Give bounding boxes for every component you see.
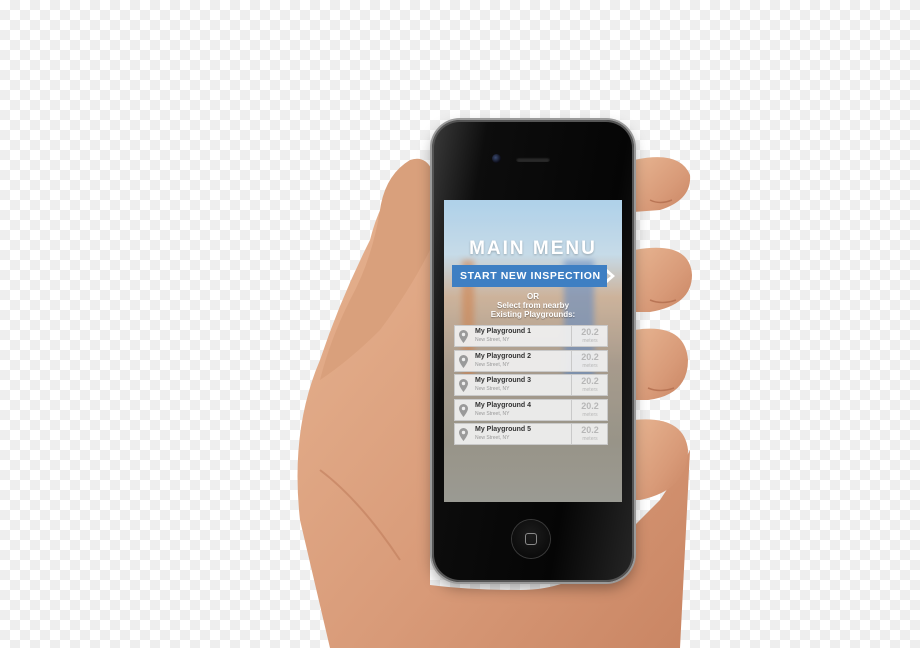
divider (571, 424, 572, 444)
playground-list-item[interactable]: My Playground 4 New Street, NY 20.2 mete… (454, 398, 608, 421)
main-menu-title: MAIN MENU (469, 238, 597, 259)
map-pin-icon (459, 354, 468, 368)
front-camera-icon (492, 154, 501, 163)
distance-unit: meters (582, 362, 598, 369)
distance-unit: meters (582, 387, 598, 393)
playground-street: New Street, NY (475, 386, 510, 392)
home-button[interactable] (512, 520, 550, 558)
distance-unit: meters (582, 338, 598, 344)
divider (571, 350, 572, 371)
playground-distance: 20.2 (581, 327, 599, 337)
divider (571, 399, 572, 420)
playground-street: New Street, NY (475, 361, 510, 368)
home-button-icon (525, 533, 537, 545)
map-pin-icon (459, 403, 468, 417)
playground-name: My Playground 3 (475, 377, 532, 384)
divider (571, 375, 572, 395)
playground-list-item[interactable]: My Playground 3 New Street, NY 20.2 mete… (454, 374, 608, 396)
playground-name: My Playground 1 (475, 328, 532, 335)
playground-street: New Street, NY (475, 435, 510, 441)
playground-name: My Playground 2 (475, 352, 532, 360)
distance-unit: meters (582, 411, 598, 418)
or-label: OR (527, 292, 539, 301)
select-label-line1: Select from nearby (496, 301, 570, 310)
distance-unit: meters (582, 436, 598, 442)
divider (571, 326, 572, 346)
playground-distance: 20.2 (581, 376, 599, 386)
playground-street: New Street, NY (475, 410, 510, 417)
playground-name: My Playground 5 (475, 426, 532, 433)
playground-list-item[interactable]: My Playground 2 New Street, NY 20.2 mete… (454, 349, 608, 372)
phone-screen: MAIN MENU START NEW INSPECTION OR Select… (444, 200, 622, 502)
playground-distance: 20.2 (581, 400, 599, 411)
map-pin-icon (459, 428, 468, 441)
start-new-inspection-button[interactable]: START NEW INSPECTION (452, 265, 615, 287)
playground-distance: 20.2 (581, 425, 599, 435)
playground-list: My Playground 1 New Street, NY 20.2 mete… (454, 325, 608, 448)
playground-distance: 20.2 (581, 351, 599, 362)
map-pin-icon (459, 379, 468, 392)
earpiece-speaker (516, 157, 550, 162)
map-pin-icon (459, 330, 468, 343)
playground-street: New Street, NY (475, 337, 510, 343)
playground-list-item[interactable]: My Playground 1 New Street, NY 20.2 mete… (454, 325, 608, 347)
chevron-right-icon (607, 269, 615, 283)
playground-list-item[interactable]: My Playground 5 New Street, NY 20.2 mete… (454, 423, 608, 445)
start-button-label: START NEW INSPECTION (460, 270, 601, 282)
select-nearby-label: Select from nearby Existing Playgrounds: (444, 301, 622, 319)
playground-name: My Playground 4 (475, 401, 532, 409)
select-label-line2: Existing Playgrounds: (490, 310, 576, 319)
phone-device: MAIN MENU START NEW INSPECTION OR Select… (432, 120, 634, 582)
